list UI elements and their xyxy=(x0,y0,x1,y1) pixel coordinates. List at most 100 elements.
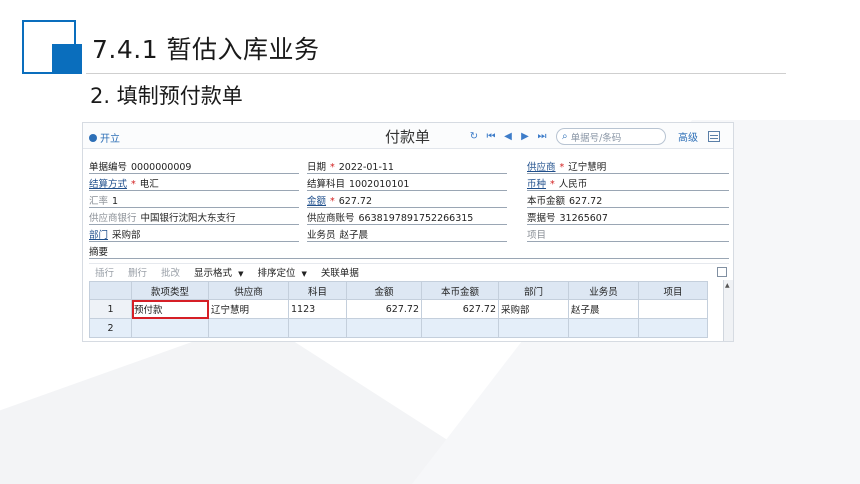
expand-icon[interactable] xyxy=(717,267,727,277)
project-label: 项目 xyxy=(527,230,547,241)
row-number-header xyxy=(89,281,132,300)
bill-no-label: 票据号 xyxy=(527,213,556,224)
supplier-cell[interactable] xyxy=(208,318,289,338)
local-amount-value: 627.72 xyxy=(569,196,603,207)
date-label: 日期 xyxy=(307,162,327,173)
detail-grid: 款项类型 供应商 科目 金额 本币金额 部门 业务员 项目 1 预付款 辽宁慧明… xyxy=(89,281,708,338)
required-mark: * xyxy=(559,162,565,173)
memo-field[interactable]: 摘要 xyxy=(89,245,729,259)
currency-value: 人民币 xyxy=(558,179,588,190)
department-cell[interactable] xyxy=(498,318,569,338)
document-title: 付款单 xyxy=(385,128,431,146)
column-header[interactable]: 项目 xyxy=(638,281,708,300)
payment-type-cell[interactable]: 预付款 xyxy=(131,299,209,319)
search-input[interactable]: ⌕ 单据号/条码 xyxy=(556,128,666,145)
supplier-field[interactable]: 供应商 * 辽宁慧明 xyxy=(527,160,729,174)
sort-locate-label: 排序定位 xyxy=(257,268,296,279)
settle-subject-field[interactable]: 结算科目 1002010101 xyxy=(307,177,507,191)
column-header[interactable]: 款项类型 xyxy=(131,281,209,300)
salesman-field[interactable]: 业务员 赵子晨 xyxy=(307,228,507,242)
open-status[interactable]: 开立 xyxy=(89,130,120,145)
supplier-account-label: 供应商账号 xyxy=(307,213,355,224)
open-label: 开立 xyxy=(100,134,120,145)
memo-label: 摘要 xyxy=(89,247,109,258)
date-field[interactable]: 日期 * 2022-01-11 xyxy=(307,160,507,174)
slide-subtitle: 2. 填制预付款单 xyxy=(90,84,243,108)
supplier-cell[interactable]: 辽宁慧明 xyxy=(208,299,289,319)
bill-no-value: 31265607 xyxy=(559,213,608,224)
vertical-scrollbar[interactable]: ▲ xyxy=(723,280,733,341)
salesman-cell[interactable] xyxy=(568,318,639,338)
rate-value: 1 xyxy=(112,196,119,207)
refresh-icon[interactable]: ↻ xyxy=(467,130,481,144)
local-amount-label: 本币金额 xyxy=(527,196,566,207)
column-header[interactable]: 科目 xyxy=(288,281,347,300)
doc-no-field[interactable]: 单据编号 0000000009 xyxy=(89,160,299,174)
display-format-dropdown[interactable]: 显示格式 ▼ xyxy=(194,265,243,279)
salesman-value: 赵子晨 xyxy=(339,230,369,241)
insert-row-button[interactable]: 插行 xyxy=(95,265,114,279)
local-amount-cell[interactable] xyxy=(421,318,499,338)
sort-locate-dropdown[interactable]: 排序定位 ▼ xyxy=(257,265,306,279)
amount-label[interactable]: 金额 xyxy=(307,193,326,207)
title-divider xyxy=(86,73,786,74)
table-row[interactable]: 2 xyxy=(89,318,708,338)
date-value: 2022-01-11 xyxy=(338,162,394,173)
search-icon: ⌕ xyxy=(562,131,568,142)
chevron-down-icon: ▼ xyxy=(238,270,244,278)
project-cell[interactable] xyxy=(638,318,708,338)
doc-no-label: 单据编号 xyxy=(89,162,128,173)
batch-edit-button[interactable]: 批改 xyxy=(161,265,180,279)
search-placeholder: 单据号/条码 xyxy=(570,132,622,144)
settle-method-field[interactable]: 结算方式 * 电汇 xyxy=(89,177,299,191)
chevron-down-icon: ▼ xyxy=(301,270,307,278)
last-icon[interactable]: ⏭ xyxy=(535,130,549,144)
supplier-label[interactable]: 供应商 xyxy=(527,159,556,173)
currency-label[interactable]: 币种 xyxy=(527,176,546,190)
department-value: 采购部 xyxy=(112,230,141,241)
project-field[interactable]: 项目 xyxy=(527,228,729,242)
subject-cell[interactable] xyxy=(288,318,347,338)
amount-cell[interactable] xyxy=(346,318,422,338)
subject-cell[interactable]: 1123 xyxy=(288,299,347,319)
department-label[interactable]: 部门 xyxy=(89,227,108,241)
local-amount-field[interactable]: 本币金额 627.72 xyxy=(527,194,729,208)
salesman-cell[interactable]: 赵子晨 xyxy=(568,299,639,319)
next-icon[interactable]: ▶ xyxy=(518,130,532,144)
scroll-up-icon[interactable]: ▲ xyxy=(725,282,730,289)
column-header[interactable]: 业务员 xyxy=(568,281,639,300)
department-cell[interactable]: 采购部 xyxy=(498,299,569,319)
settle-method-label[interactable]: 结算方式 xyxy=(89,176,127,190)
department-field[interactable]: 部门 采购部 xyxy=(89,228,299,242)
amount-field[interactable]: 金额 * 627.72 xyxy=(307,194,507,208)
delete-row-button[interactable]: 删行 xyxy=(128,265,147,279)
currency-field[interactable]: 币种 * 人民币 xyxy=(527,177,729,191)
required-mark: * xyxy=(330,162,335,173)
table-row[interactable]: 1 预付款 辽宁慧明 1123 627.72 627.72 采购部 赵子晨 xyxy=(89,299,708,319)
salesman-label: 业务员 xyxy=(307,230,336,241)
rate-field[interactable]: 汇率 1 xyxy=(89,194,299,208)
supplier-account-field[interactable]: 供应商账号 6638197891752266315 xyxy=(307,211,507,225)
amount-cell[interactable]: 627.72 xyxy=(346,299,422,319)
grid-toolbar: 插行 删行 批改 显示格式 ▼ 排序定位 ▼ 关联单据 xyxy=(89,263,729,280)
first-icon[interactable]: ⏮ xyxy=(484,130,498,144)
settle-subject-label: 结算科目 xyxy=(307,179,346,190)
column-header[interactable]: 供应商 xyxy=(208,281,289,300)
grid-settings-icon[interactable] xyxy=(708,131,720,142)
amount-value: 627.72 xyxy=(338,196,373,207)
form-toolbar: 开立 付款单 ↻ ⏮ ◀ ▶ ⏭ ⌕ 单据号/条码 高级 xyxy=(83,123,733,149)
row-number: 2 xyxy=(89,318,132,338)
supplier-bank-label: 供应商银行 xyxy=(89,213,137,224)
project-cell[interactable] xyxy=(638,299,708,319)
column-header[interactable]: 部门 xyxy=(498,281,569,300)
prev-icon[interactable]: ◀ xyxy=(501,130,515,144)
column-header[interactable]: 金额 xyxy=(346,281,422,300)
column-header[interactable]: 本币金额 xyxy=(421,281,499,300)
supplier-bank-field[interactable]: 供应商银行 中国银行沈阳大东支行 xyxy=(89,211,299,225)
local-amount-cell[interactable]: 627.72 xyxy=(421,299,499,319)
related-docs-button[interactable]: 关联单据 xyxy=(321,265,359,279)
advanced-search-link[interactable]: 高级 xyxy=(678,129,698,144)
payment-type-cell[interactable] xyxy=(131,318,209,338)
bill-no-field[interactable]: 票据号 31265607 xyxy=(527,211,729,225)
required-mark: * xyxy=(550,179,555,190)
